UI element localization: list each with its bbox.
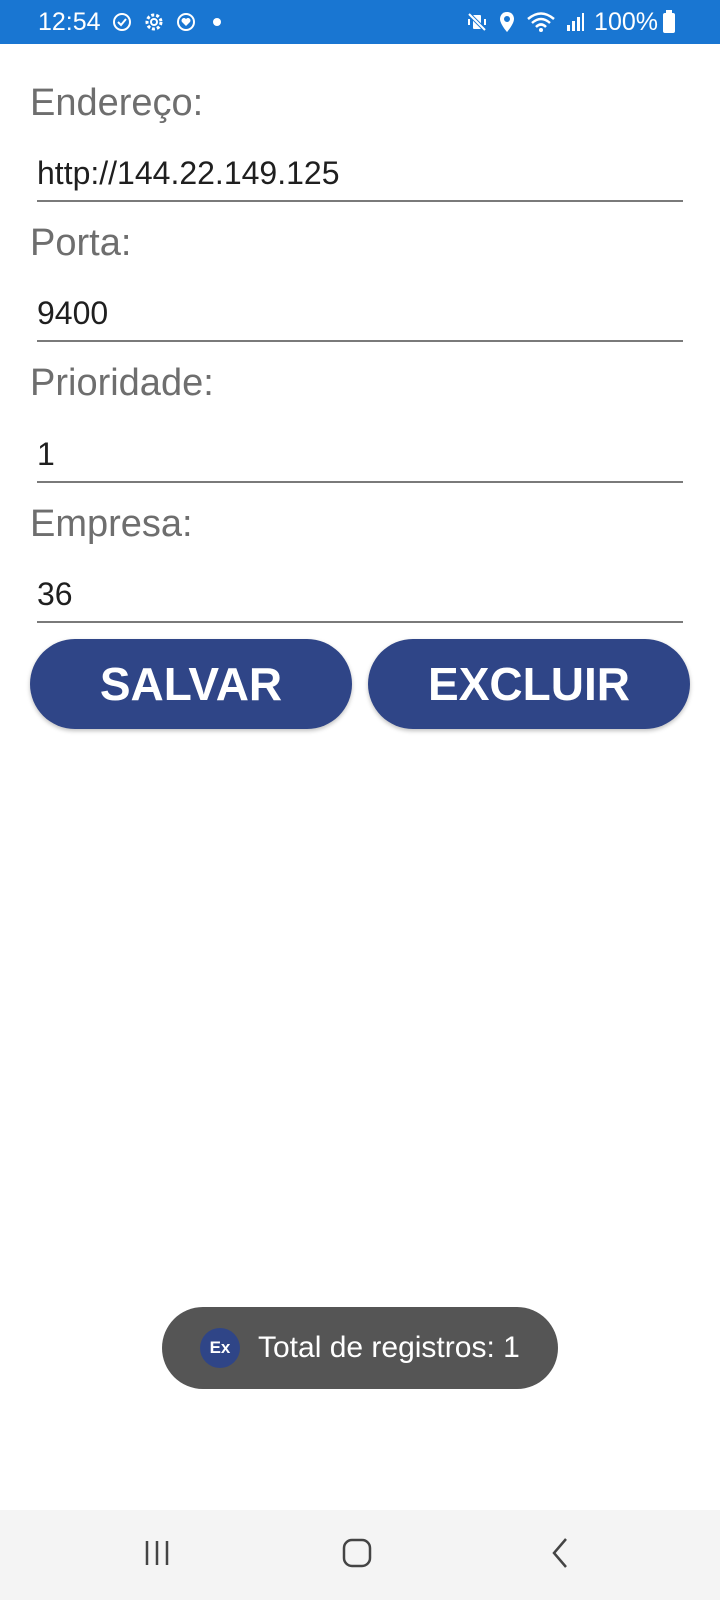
- company-input[interactable]: 36: [37, 567, 683, 623]
- toast-text: Total de registros: 1: [258, 1331, 520, 1364]
- wifi-icon: [526, 11, 556, 33]
- port-label: Porta:: [30, 222, 132, 264]
- notification-dot: [212, 18, 221, 26]
- company-label: Empresa:: [30, 503, 193, 545]
- save-button[interactable]: SALVAR: [30, 639, 352, 729]
- recents-icon: [142, 1539, 172, 1572]
- navigation-bar: [0, 1510, 720, 1600]
- app-icon: Ex: [200, 1328, 240, 1368]
- home-button[interactable]: [327, 1530, 387, 1580]
- status-bar-right: 100%: [466, 8, 684, 37]
- clock: 12:54: [38, 7, 101, 36]
- toast-message: Ex Total de registros: 1: [162, 1307, 558, 1389]
- address-label: Endereço:: [30, 82, 204, 124]
- home-icon: [342, 1538, 372, 1573]
- priority-input[interactable]: 1: [37, 427, 683, 483]
- health-icon: [175, 11, 197, 33]
- priority-label: Prioridade:: [30, 362, 214, 404]
- port-input[interactable]: 9400: [37, 286, 683, 342]
- recents-button[interactable]: [127, 1530, 187, 1580]
- settings-icon: [143, 11, 165, 33]
- sync-icon: [111, 11, 133, 33]
- back-button[interactable]: [530, 1530, 590, 1580]
- battery-icon: [662, 10, 676, 33]
- status-bar-left: 12:54: [38, 8, 221, 37]
- battery-percent: 100%: [594, 7, 658, 36]
- mute-vibrate-icon: [466, 11, 488, 33]
- address-input[interactable]: http://144.22.149.125: [37, 146, 683, 202]
- delete-button[interactable]: EXCLUIR: [368, 639, 690, 729]
- signal-icon: [564, 11, 586, 33]
- back-icon: [549, 1537, 571, 1574]
- location-icon: [496, 11, 518, 33]
- status-bar: 12:54 100%: [0, 0, 720, 44]
